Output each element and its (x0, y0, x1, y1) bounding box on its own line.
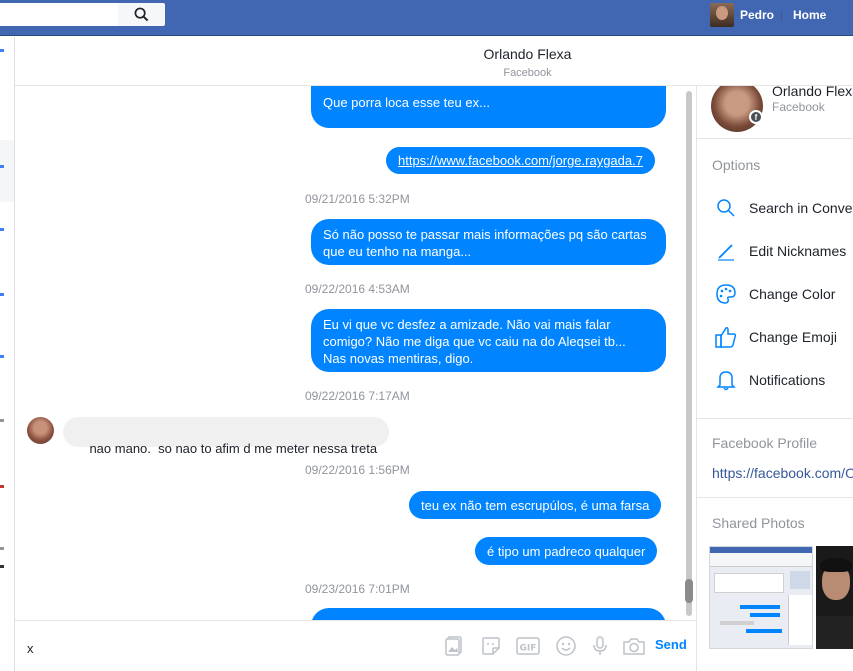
options-heading: Options (712, 157, 761, 173)
conversation-title[interactable]: Orlando Flexa (415, 46, 640, 62)
message-timestamp: 09/22/2016 4:53AM (305, 282, 410, 296)
scrollbar-track[interactable] (686, 91, 692, 616)
message-link[interactable]: https://www.facebook.com/jorge.raygada.7 (398, 153, 643, 168)
search-icon (717, 199, 735, 217)
message-bubble-outgoing[interactable]: Que porra loca esse teu ex... (311, 86, 666, 128)
facebook-profile-link[interactable]: https://facebook.com/O (712, 465, 853, 481)
divider (697, 138, 853, 139)
message-input[interactable]: x (27, 641, 34, 656)
option-label: Change Emoji (749, 329, 837, 345)
photos-icon (445, 636, 462, 656)
message-text: teu ex não tem escrupúlos, é uma farsa (421, 498, 650, 513)
message-composer: x GIF Send (15, 620, 696, 671)
thumbs-up-icon (715, 327, 737, 348)
nav-divider (781, 10, 782, 22)
gif-icon: GIF (516, 637, 540, 655)
message-bubble-outgoing[interactable]: é tipo um padreco qualquer (475, 537, 658, 565)
search-icon (134, 7, 149, 22)
divider (697, 497, 853, 498)
message-timestamp: 09/23/2016 7:01PM (305, 582, 410, 596)
option-label: Change Color (749, 286, 836, 302)
facebook-profile-heading: Facebook Profile (712, 435, 818, 451)
message-text: é tipo um padreco qualquer (487, 544, 646, 559)
shared-photos-heading: Shared Photos (712, 515, 805, 531)
shared-photo-thumbnail[interactable] (816, 546, 853, 649)
message-timestamp: 09/22/2016 7:17AM (305, 389, 410, 403)
search-input[interactable] (0, 3, 118, 26)
message-scrollbar[interactable] (682, 86, 696, 620)
option-notifications[interactable]: Notifications (697, 361, 853, 401)
contact-network: Facebook (772, 100, 825, 114)
message-text: Só não posso te passar mais informações … (323, 227, 647, 242)
list-item-marker (0, 565, 4, 568)
scrollbar-thumb[interactable] (685, 579, 693, 603)
voice-button[interactable] (587, 633, 613, 659)
sticker-icon (482, 637, 500, 655)
list-item-marker (0, 49, 4, 52)
palette-icon (716, 284, 736, 304)
message-bubble-incoming[interactable]: nao mano. so nao to afim d me meter ness… (63, 417, 390, 456)
sticker-button[interactable] (478, 633, 504, 659)
top-navigation-bar: Pedro Home (0, 0, 853, 36)
camera-icon (623, 638, 645, 655)
facebook-badge-icon: f (749, 110, 763, 124)
divider (697, 418, 853, 419)
svg-text:GIF: GIF (520, 644, 537, 654)
option-label: Notifications (749, 372, 826, 388)
bell-icon (716, 371, 736, 391)
message-bubble-outgoing[interactable]: teu ex não tem escrupúlos, é uma farsa (409, 491, 662, 519)
conversation-subtitle: Facebook (503, 67, 552, 79)
option-label: Edit Nicknames (749, 243, 847, 259)
option-change-color[interactable]: Change Color (697, 275, 853, 315)
contact-name[interactable]: Orlando Flexa (772, 86, 853, 99)
list-item-marker (0, 485, 4, 488)
gif-button[interactable]: GIF (515, 633, 541, 659)
list-item-marker (0, 355, 4, 358)
photo-button[interactable] (441, 633, 467, 659)
list-item-marker (0, 293, 4, 296)
message-thread[interactable]: Que porra loca esse teu ex... https://ww… (15, 86, 681, 620)
user-name-link[interactable]: Pedro (740, 8, 774, 22)
message-bubble-outgoing[interactable]: Eu vi que vc desfez a amizade. Não vai m… (311, 309, 666, 372)
smiley-icon (556, 636, 576, 656)
home-link[interactable]: Home (793, 8, 826, 22)
contact-avatar[interactable] (27, 417, 54, 444)
pencil-icon (718, 244, 734, 261)
shared-photo-thumbnail[interactable] (709, 546, 813, 649)
list-item-marker (0, 419, 4, 422)
send-button[interactable]: Send (655, 637, 687, 652)
message-bubble-outgoing[interactable]: Só não posso te passar mais informações … (311, 219, 666, 265)
message-bubble-outgoing[interactable]: https://www.facebook.com/jorge.raygada.7 (386, 147, 655, 174)
emoji-button[interactable] (553, 633, 579, 659)
selected-conversation-highlight (0, 140, 14, 202)
conversation-header: Orlando Flexa Facebook (15, 37, 853, 86)
option-label: Search in Convers (749, 200, 853, 216)
search-button[interactable] (118, 3, 165, 26)
message-timestamp: 09/22/2016 1:56PM (305, 463, 410, 477)
contact-profile-picture[interactable] (711, 86, 763, 132)
list-item-marker (0, 165, 4, 168)
microphone-icon (593, 636, 607, 655)
option-edit-nicknames[interactable]: Edit Nicknames (697, 232, 853, 272)
message-text: Nas novas mentiras, digo. (323, 351, 474, 366)
message-bubble-outgoing[interactable] (311, 608, 666, 620)
conversation-list-strip[interactable] (0, 37, 15, 671)
message-text: que eu tenho na manga... (323, 244, 472, 259)
message-text: nao mano. so nao to afim d me meter ness… (89, 441, 378, 456)
message-text: Que porra loca esse teu ex... (323, 95, 490, 110)
option-search-conversation[interactable]: Search in Convers (697, 189, 853, 229)
user-avatar[interactable] (710, 3, 734, 27)
message-text: Eu vi que vc desfez a amizade. Não vai m… (323, 317, 611, 332)
list-item-marker (0, 547, 4, 550)
camera-button[interactable] (621, 633, 647, 659)
conversation-details-sidebar: f Orlando Flexa Facebook Options Search … (696, 86, 853, 671)
list-item-marker (0, 228, 4, 231)
option-change-emoji[interactable]: Change Emoji (697, 318, 853, 358)
message-timestamp: 09/21/2016 5:32PM (305, 192, 410, 206)
message-text: comigo? Não me diga que vc caiu na do Al… (323, 334, 626, 349)
